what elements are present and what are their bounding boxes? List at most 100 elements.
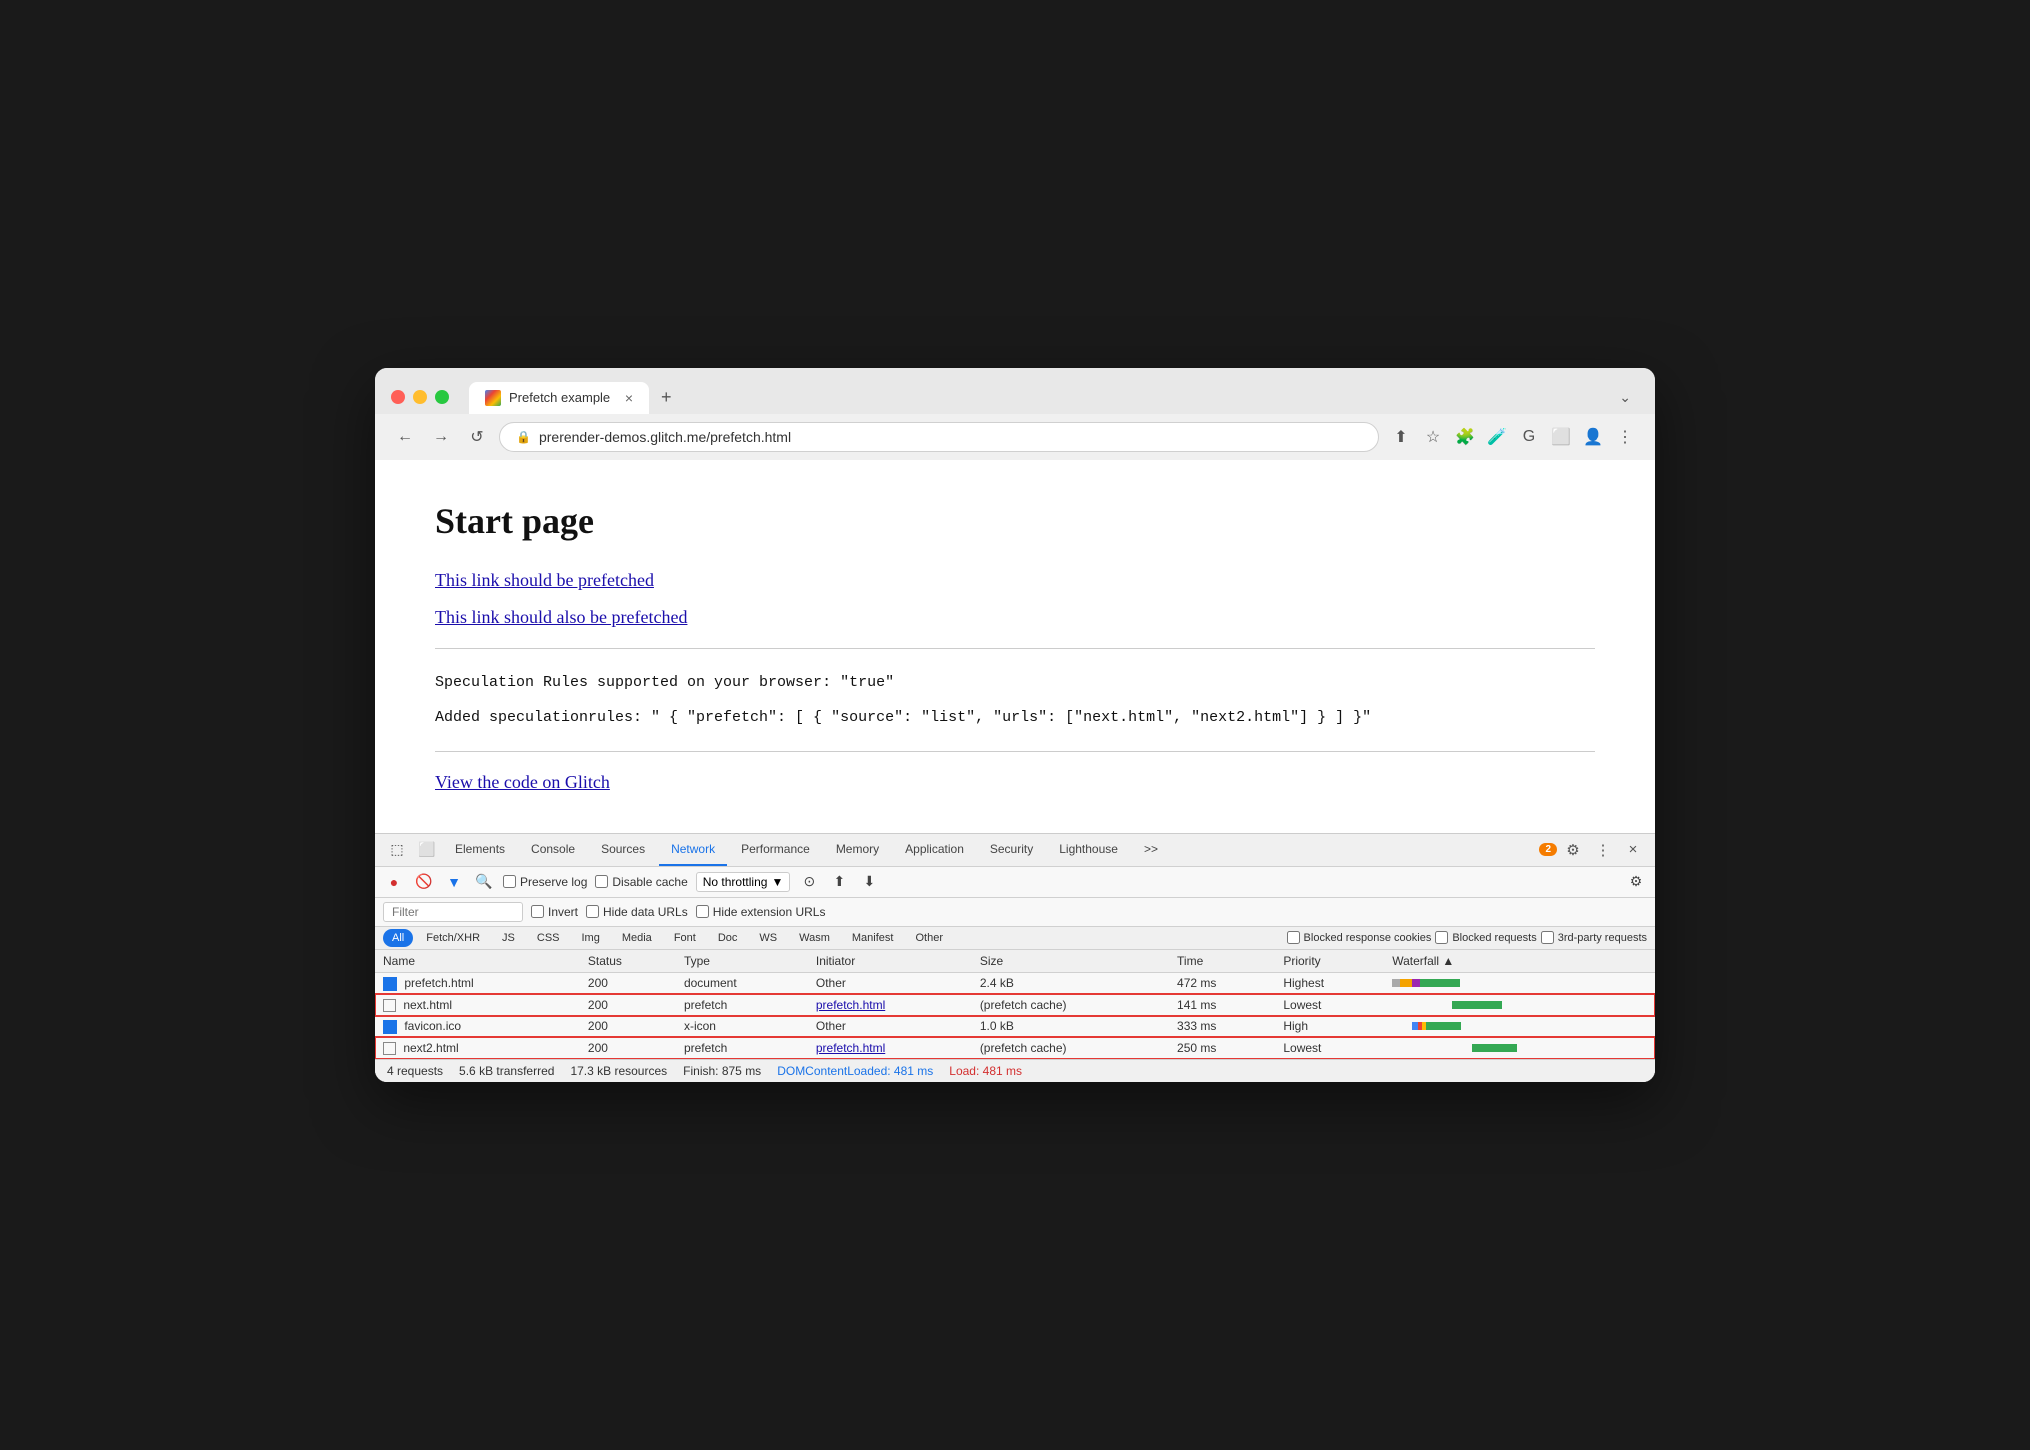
throttling-select[interactable]: No throttling ▼ (696, 872, 791, 892)
blocked-requests-label[interactable]: Blocked requests (1435, 931, 1536, 944)
search-button[interactable]: 🔍 (473, 871, 495, 893)
share-icon[interactable]: ⬆ (1387, 423, 1415, 451)
disable-cache-text: Disable cache (612, 875, 687, 889)
col-header-type[interactable]: Type (676, 950, 808, 973)
tab-performance[interactable]: Performance (729, 834, 822, 866)
type-tab-wasm[interactable]: Wasm (790, 929, 839, 947)
devtools-more-icon[interactable]: ⋮ (1589, 834, 1617, 866)
labs-icon[interactable]: 🧪 (1483, 423, 1511, 451)
devtools-settings-icon[interactable]: ⚙ (1559, 834, 1587, 866)
glitch-link[interactable]: View the code on Glitch (435, 772, 610, 792)
hide-ext-urls-label[interactable]: Hide extension URLs (696, 905, 826, 919)
type-tab-all[interactable]: All (383, 929, 413, 947)
browser-window: Prefetch example × + ⌄ ← → ↺ 🔒 prerender… (375, 368, 1655, 1082)
cell-initiator: Other (808, 1016, 972, 1038)
col-header-time[interactable]: Time (1169, 950, 1275, 973)
tab-elements[interactable]: Elements (443, 834, 517, 866)
type-tab-doc[interactable]: Doc (709, 929, 747, 947)
network-settings-icon[interactable]: ⚙ (1625, 871, 1647, 893)
google-icon[interactable]: G (1515, 423, 1543, 451)
maximize-button[interactable] (435, 390, 449, 404)
type-tab-js[interactable]: JS (493, 929, 524, 947)
prefetch-link-1[interactable]: This link should be prefetched (435, 570, 1595, 591)
type-tab-ws[interactable]: WS (750, 929, 786, 947)
invert-label[interactable]: Invert (531, 905, 578, 919)
address-field[interactable]: 🔒 prerender-demos.glitch.me/prefetch.htm… (499, 422, 1379, 452)
initiator-link[interactable]: prefetch.html (816, 998, 885, 1012)
table-row[interactable]: prefetch.html 200 document Other 2.4 kB … (375, 972, 1655, 994)
col-header-waterfall[interactable]: Waterfall ▲ (1384, 950, 1655, 973)
type-tab-other[interactable]: Other (906, 929, 952, 947)
col-header-name[interactable]: Name (375, 950, 580, 973)
type-tab-fetch-xhr[interactable]: Fetch/XHR (417, 929, 489, 947)
col-header-status[interactable]: Status (580, 950, 676, 973)
devtools-close-icon[interactable]: × (1619, 834, 1647, 866)
filter-input[interactable] (383, 902, 523, 922)
cell-name: next.html (375, 994, 580, 1015)
cell-priority: Lowest (1275, 994, 1384, 1015)
inspect-element-icon[interactable]: ⬚ (383, 834, 411, 866)
hide-data-urls-checkbox[interactable] (586, 905, 599, 918)
speculation-line-2: Added speculationrules: " { "prefetch": … (435, 704, 1595, 731)
blocked-requests-text: Blocked requests (1452, 932, 1536, 944)
tab-network[interactable]: Network (659, 834, 727, 866)
tab-application[interactable]: Application (893, 834, 976, 866)
disable-cache-label[interactable]: Disable cache (595, 875, 687, 889)
forward-button[interactable]: → (427, 423, 455, 451)
menu-icon[interactable]: ⋮ (1611, 423, 1639, 451)
table-row[interactable]: next.html 200 prefetch prefetch.html (pr… (375, 994, 1655, 1015)
download-icon[interactable]: ⬇ (858, 871, 880, 893)
hide-ext-urls-text: Hide extension URLs (713, 905, 826, 919)
tab-lighthouse[interactable]: Lighthouse (1047, 834, 1130, 866)
type-tab-media[interactable]: Media (613, 929, 661, 947)
filter-icon[interactable]: ▼ (443, 871, 465, 893)
col-header-initiator[interactable]: Initiator (808, 950, 972, 973)
tab-memory[interactable]: Memory (824, 834, 891, 866)
back-button[interactable]: ← (391, 423, 419, 451)
prefetch-link-2[interactable]: This link should also be prefetched (435, 607, 1595, 628)
wifi-icon[interactable]: ⊙ (798, 871, 820, 893)
reload-button[interactable]: ↺ (463, 423, 491, 451)
tab-sources[interactable]: Sources (589, 834, 657, 866)
bookmark-icon[interactable]: ☆ (1419, 423, 1447, 451)
type-tab-manifest[interactable]: Manifest (843, 929, 903, 947)
close-button[interactable] (391, 390, 405, 404)
new-tab-button[interactable]: + (649, 380, 684, 414)
hide-ext-urls-checkbox[interactable] (696, 905, 709, 918)
tab-more[interactable]: >> (1132, 834, 1170, 866)
cell-waterfall (1384, 972, 1655, 994)
type-tab-font[interactable]: Font (665, 929, 705, 947)
preserve-log-label[interactable]: Preserve log (503, 875, 587, 889)
disable-cache-checkbox[interactable] (595, 875, 608, 888)
tab-security[interactable]: Security (978, 834, 1045, 866)
reading-list-icon[interactable]: ⬜ (1547, 423, 1575, 451)
type-tab-css[interactable]: CSS (528, 929, 569, 947)
cell-waterfall (1384, 994, 1655, 1015)
tab-console[interactable]: Console (519, 834, 587, 866)
invert-checkbox[interactable] (531, 905, 544, 918)
minimize-button[interactable] (413, 390, 427, 404)
active-tab[interactable]: Prefetch example × (469, 382, 649, 414)
table-row[interactable]: next2.html 200 prefetch prefetch.html (p… (375, 1037, 1655, 1058)
type-tab-img[interactable]: Img (573, 929, 609, 947)
col-header-size[interactable]: Size (972, 950, 1169, 973)
tab-close-icon[interactable]: × (625, 390, 633, 406)
extensions-icon[interactable]: 🧩 (1451, 423, 1479, 451)
tab-menu-button[interactable]: ⌄ (1611, 381, 1639, 414)
profile-icon[interactable]: 👤 (1579, 423, 1607, 451)
record-button[interactable]: ● (383, 871, 405, 893)
cell-initiator: prefetch.html (808, 994, 972, 1015)
hide-data-urls-label[interactable]: Hide data URLs (586, 905, 688, 919)
preserve-log-checkbox[interactable] (503, 875, 516, 888)
device-toolbar-icon[interactable]: ⬜ (413, 834, 441, 866)
initiator-link[interactable]: prefetch.html (816, 1041, 885, 1055)
col-header-priority[interactable]: Priority (1275, 950, 1384, 973)
upload-icon[interactable]: ⬆ (828, 871, 850, 893)
table-row[interactable]: favicon.ico 200 x-icon Other 1.0 kB 333 … (375, 1016, 1655, 1038)
blocked-response-cookies-label[interactable]: Blocked response cookies (1287, 931, 1432, 944)
cell-status: 200 (580, 972, 676, 994)
clear-button[interactable]: 🚫 (413, 871, 435, 893)
cell-waterfall (1384, 1037, 1655, 1058)
title-bar: Prefetch example × + ⌄ (375, 368, 1655, 414)
third-party-requests-label[interactable]: 3rd-party requests (1541, 931, 1647, 944)
